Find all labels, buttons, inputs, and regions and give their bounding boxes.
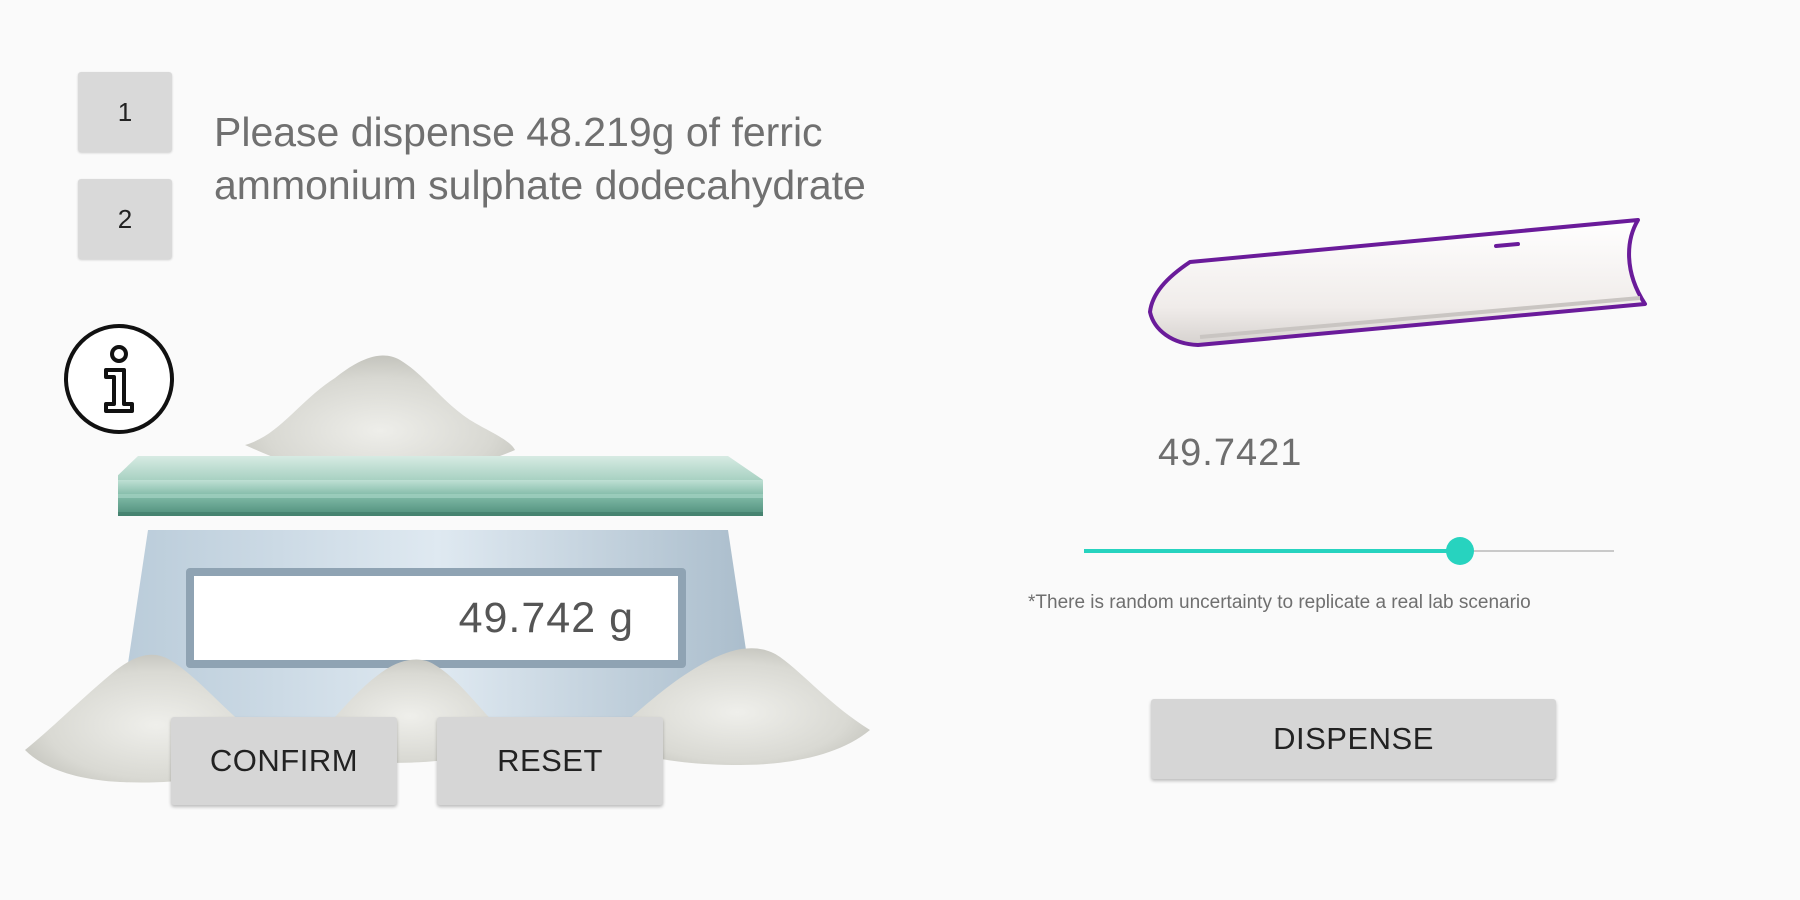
confirm-label: CONFIRM	[209, 743, 359, 778]
spatula-icon[interactable]	[1140, 212, 1660, 352]
dispense-amount: 49.7421	[1158, 432, 1303, 474]
dispense-label: DISPENSE	[1273, 721, 1434, 756]
step-2-label: 2	[117, 203, 133, 234]
info-icon	[64, 324, 174, 434]
instruction-text: Please dispense 48.219g of ferric ammoni…	[214, 106, 974, 212]
dispense-button[interactable]: DISPENSE	[1151, 699, 1556, 779]
reset-label: RESET	[497, 743, 603, 778]
confirm-button[interactable]: CONFIRM	[171, 717, 397, 805]
uncertainty-note: *There is random uncertainty to replicat…	[1028, 592, 1531, 613]
slider-thumb[interactable]	[1446, 537, 1475, 565]
amount-slider[interactable]	[1080, 530, 1618, 570]
instruction-line-2: ammonium sulphate dodecahydrate	[214, 162, 866, 208]
slider-track	[1460, 550, 1614, 552]
step-1-button[interactable]: 1	[78, 72, 172, 152]
reset-button[interactable]: RESET	[437, 717, 663, 805]
step-1-label: 1	[117, 96, 133, 127]
info-button[interactable]	[62, 322, 176, 436]
slider-track-filled	[1084, 549, 1461, 553]
instruction-line-1: Please dispense 48.219g of ferric	[214, 109, 823, 155]
step-2-button[interactable]: 2	[78, 179, 172, 259]
